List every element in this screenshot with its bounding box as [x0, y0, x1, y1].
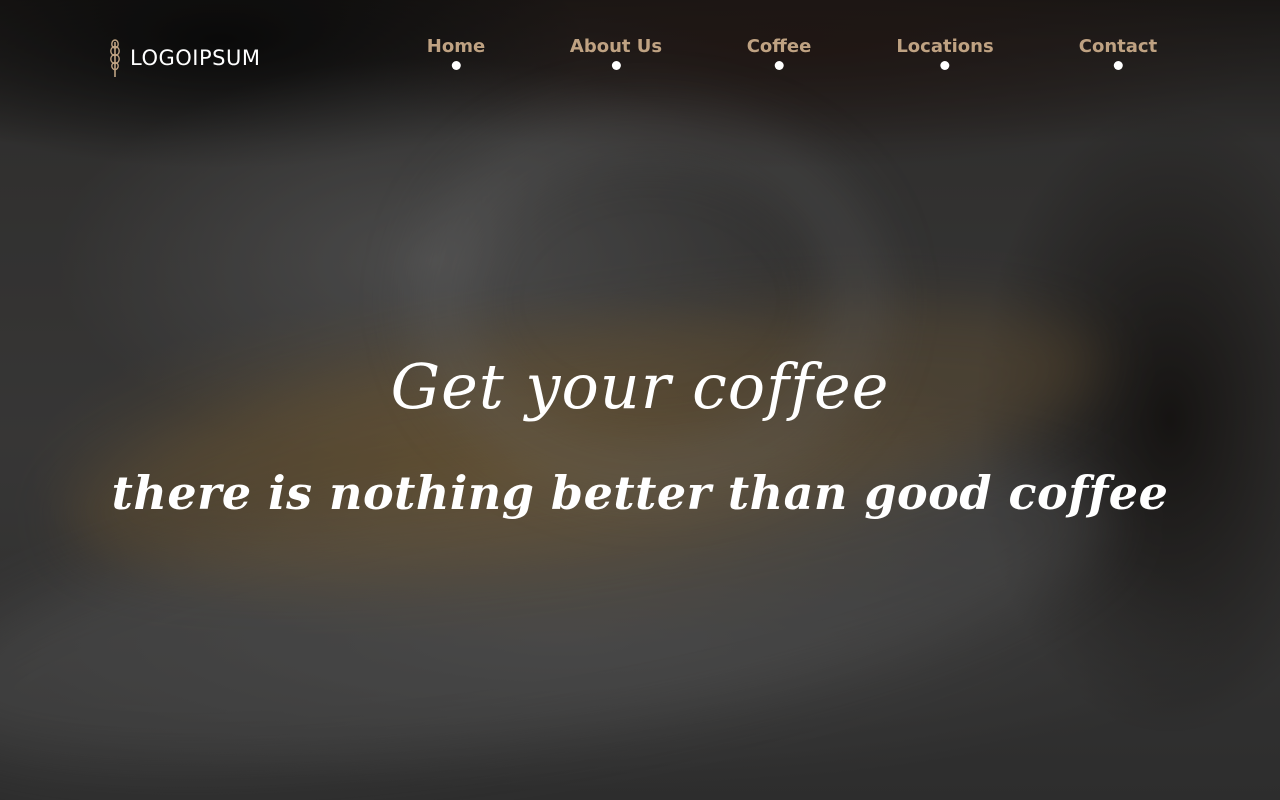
nav-item-coffee[interactable]: Coffee: [746, 35, 812, 70]
main-nav: Home About Us Coffee Locations Contact: [0, 35, 1280, 75]
nav-item-home[interactable]: Home: [427, 35, 485, 70]
nav-dot: [774, 61, 784, 70]
nav-dot: [611, 61, 621, 70]
navbar: LOGOIPSUM Home About Us Coffee Locations…: [0, 0, 1280, 100]
nav-item-label: Locations: [896, 36, 994, 57]
nav-item-label: About Us: [569, 36, 663, 57]
nav-dot: [940, 61, 950, 70]
nav-item-about-us[interactable]: About Us: [570, 35, 662, 70]
hero-section: LOGOIPSUM Home About Us Coffee Locations…: [0, 0, 1280, 800]
nav-dot: [451, 61, 461, 70]
nav-item-locations[interactable]: Locations: [896, 35, 994, 70]
nav-item-label: Coffee: [746, 36, 812, 57]
nav-item-contact[interactable]: Contact: [1079, 35, 1157, 70]
hero-title: Get your coffee: [390, 349, 890, 423]
nav-dot: [1113, 61, 1123, 70]
nav-item-label: Contact: [1078, 36, 1158, 57]
nav-item-label: Home: [426, 36, 486, 57]
hero-subtitle: there is nothing better than good coffee: [111, 466, 1169, 521]
